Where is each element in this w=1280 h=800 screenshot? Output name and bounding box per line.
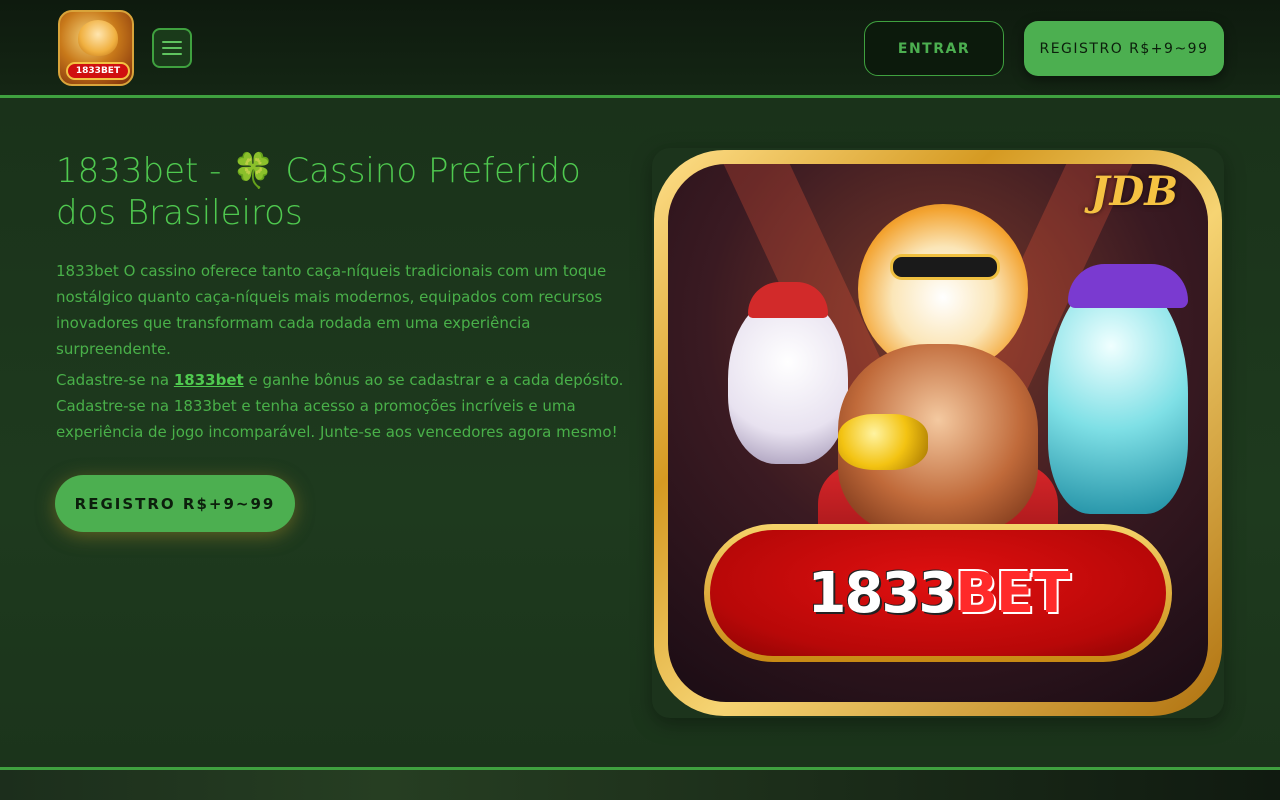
banner-number: 1833: [807, 560, 958, 626]
hero-image: JDB 1833BET: [668, 164, 1208, 702]
page-title: 1833bet - 🍀 Cassino Preferido dos Brasil…: [56, 150, 636, 234]
snake-character: [1048, 274, 1188, 514]
brand-banner-inner: 1833BET: [710, 530, 1166, 656]
snake-cap: [1068, 264, 1188, 308]
banner-word: BET: [955, 560, 1070, 626]
signup-paragraph: Cadastre-se na 1833bet e ganhe bônus ao …: [56, 367, 636, 445]
menu-line: [162, 47, 182, 49]
hero-image-card: JDB 1833BET: [652, 148, 1224, 718]
menu-line: [162, 41, 182, 43]
logo-mascot: [78, 20, 118, 56]
site-logo[interactable]: 1833BET: [58, 10, 134, 86]
brand-banner: 1833BET: [704, 524, 1172, 662]
hero-image-frame: JDB 1833BET: [654, 150, 1222, 716]
site-header: 1833BET ENTRAR REGISTRO R$+9~99: [0, 0, 1280, 98]
gold-ingot: [838, 414, 928, 470]
hamburger-menu-icon[interactable]: [152, 28, 192, 68]
brand-link[interactable]: 1833bet: [174, 371, 244, 389]
rabbit-character: [728, 294, 848, 464]
register-button-header[interactable]: REGISTRO R$+9~99: [1024, 21, 1224, 76]
login-button[interactable]: ENTRAR: [864, 21, 1004, 76]
register-button-cta[interactable]: REGISTRO R$+9~99: [55, 475, 295, 532]
hero-section: 1833bet - 🍀 Cassino Preferido dos Brasil…: [0, 98, 1280, 768]
tiger-sunglasses: [890, 254, 1000, 280]
signup-text-before: Cadastre-se na: [56, 371, 174, 389]
logo-text: 1833BET: [66, 62, 130, 80]
title-prefix: 1833bet -: [56, 151, 233, 191]
section-divider: [0, 767, 1280, 800]
menu-line: [162, 53, 182, 55]
intro-paragraph: 1833bet O cassino oferece tanto caça-níq…: [56, 262, 607, 358]
banner-logo-text: 1833BET: [807, 560, 1071, 626]
jdb-mark: JDB: [1090, 168, 1178, 215]
four-leaf-clover-icon: 🍀: [232, 151, 275, 191]
